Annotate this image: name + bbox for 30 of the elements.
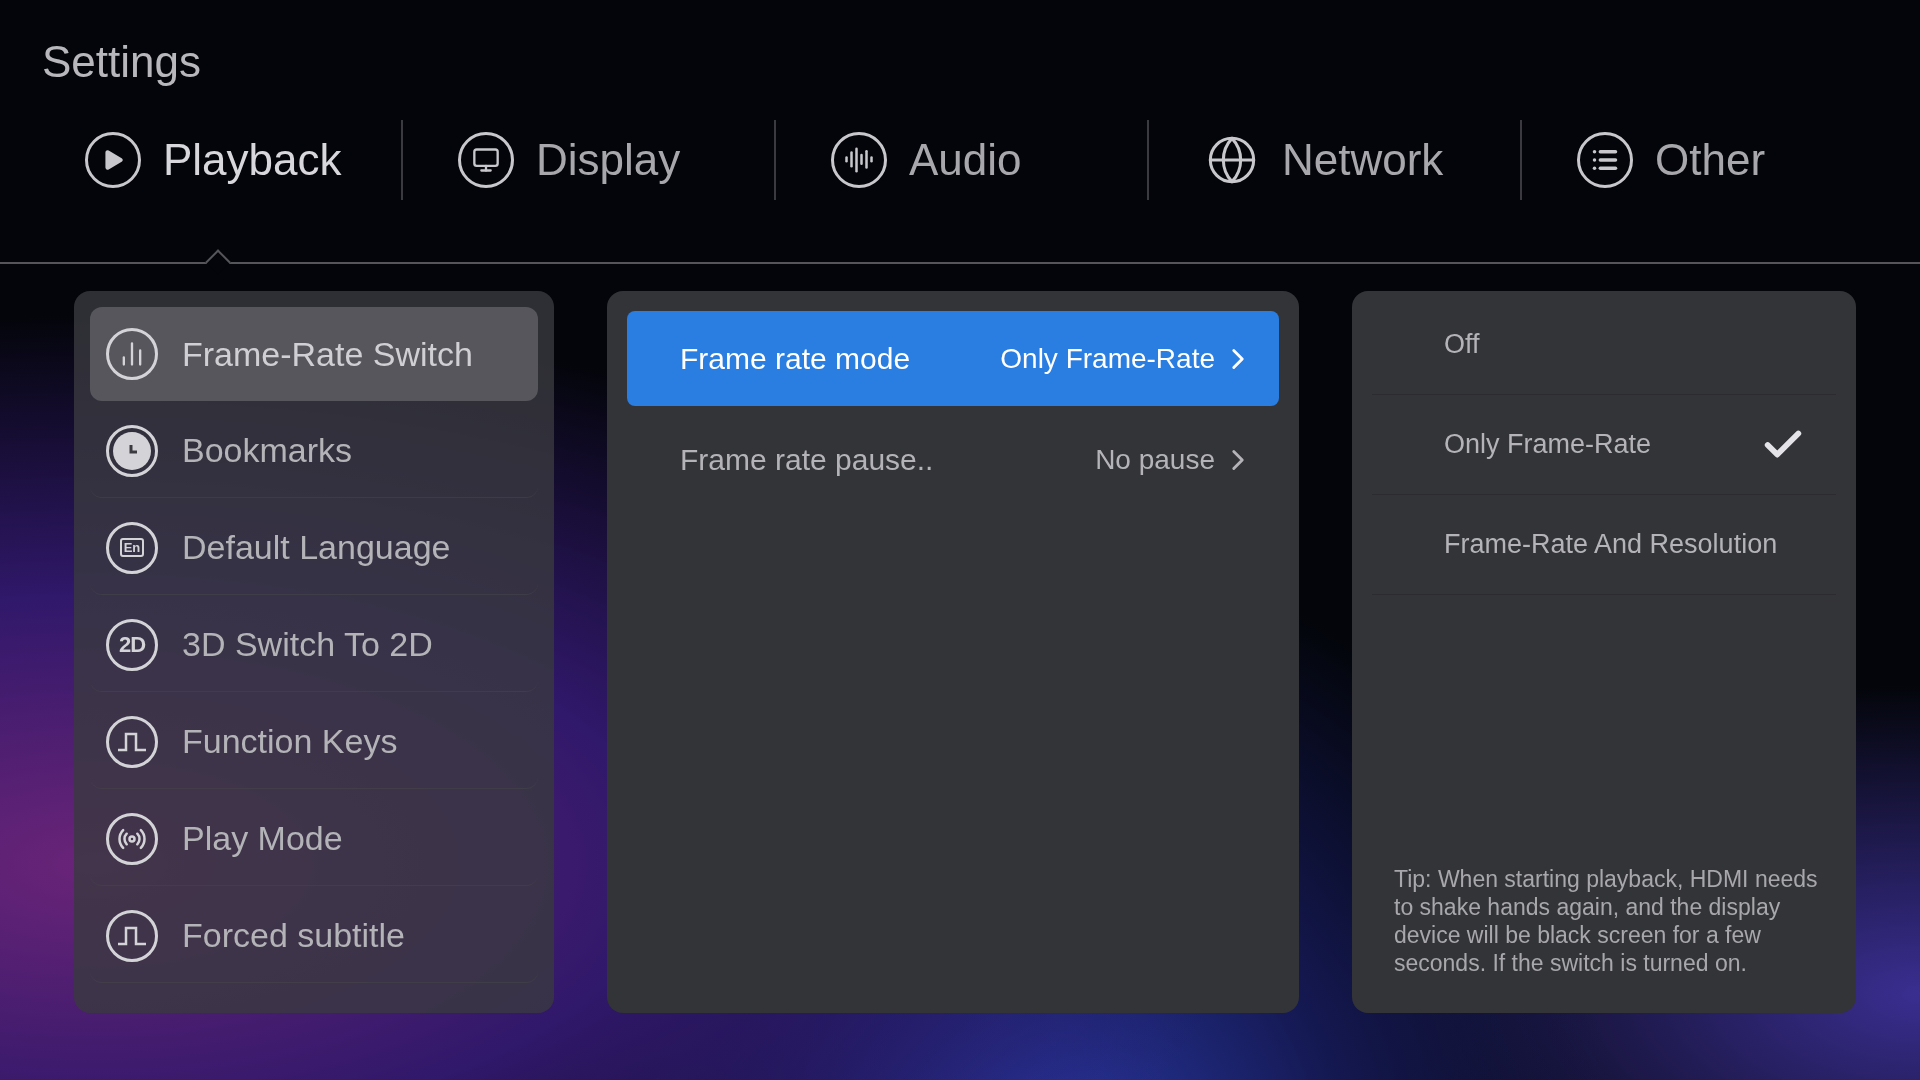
broadcast-icon <box>106 812 158 865</box>
menu-item[interactable]: 2D 3D Switch To 2D <box>90 598 538 692</box>
language-icon: En <box>106 521 158 574</box>
monitor-icon <box>458 132 514 188</box>
play-icon <box>85 132 141 188</box>
category-tab[interactable]: Network <box>1149 120 1520 200</box>
page-title: Settings <box>41 36 202 88</box>
bar-chart-icon <box>106 328 158 380</box>
menu-item[interactable]: Bookmarks <box>90 404 538 498</box>
menu-item[interactable]: Function Keys <box>90 695 538 789</box>
category-tab[interactable]: Display <box>403 120 774 200</box>
clock-icon <box>106 424 158 477</box>
choice-row[interactable]: Only Frame-Rate <box>1372 395 1836 495</box>
option-row[interactable]: Frame rate mode Only Frame-Rate <box>627 311 1279 406</box>
2d-icon: 2D <box>106 618 158 671</box>
menu-icon <box>1577 132 1633 188</box>
tip-text: Tip: When starting playback, HDMI needs to shake hands again, and the display device will be black screen for a few seconds. If the switch is turned on. <box>1393 865 1819 978</box>
menu-item[interactable]: Forced subtitle <box>90 889 538 983</box>
category-tab[interactable]: Other <box>1522 120 1893 200</box>
menu-item[interactable]: Play Mode <box>90 792 538 886</box>
audio-waveform-icon <box>831 132 887 188</box>
menu-item[interactable]: En Default Language <box>90 501 538 595</box>
category-tab[interactable]: Playback <box>85 120 401 200</box>
pulse-icon <box>106 715 158 768</box>
choice-row[interactable]: Frame-Rate And Resolution <box>1372 495 1836 595</box>
menu-item[interactable]: Frame-Rate Switch <box>90 307 538 401</box>
category-tab[interactable]: Audio <box>776 120 1147 200</box>
pulse-icon <box>106 909 158 962</box>
option-row[interactable]: Frame rate pause.. No pause <box>627 412 1279 507</box>
choice-row[interactable]: Off <box>1372 295 1836 395</box>
